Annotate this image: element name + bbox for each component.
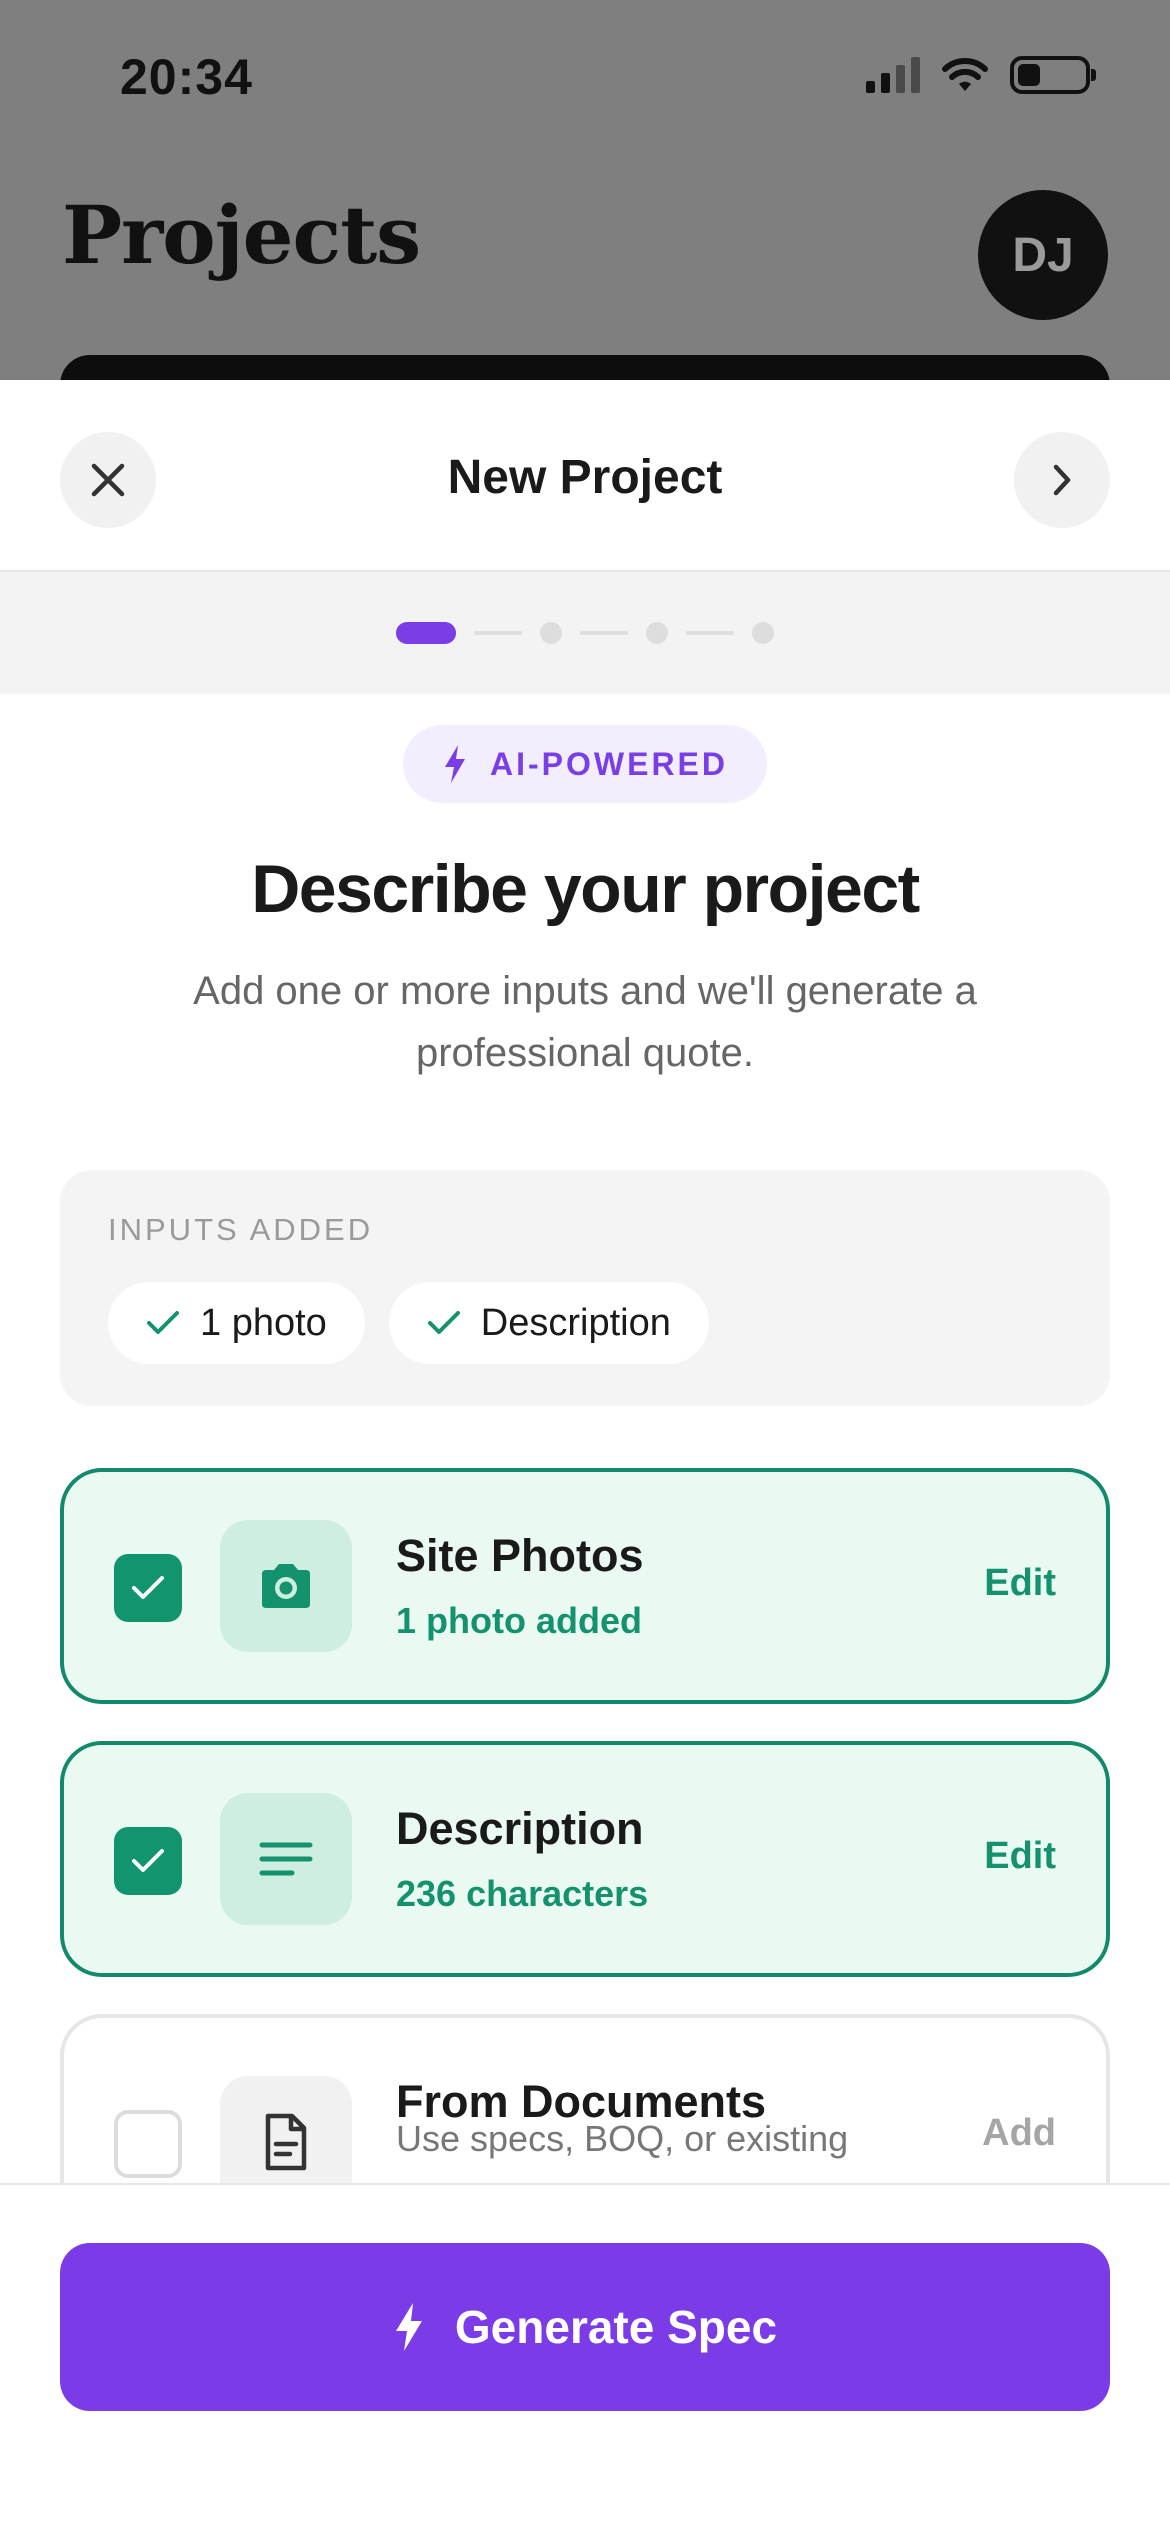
site-photos-card[interactable]: Site Photos 1 photo added Edit	[60, 1468, 1110, 1704]
site-photos-checkbox[interactable]	[114, 1554, 182, 1622]
step-indicator-1	[396, 622, 456, 644]
lightning-icon	[445, 745, 465, 783]
sheet-title: New Project	[447, 451, 723, 504]
wifi-icon	[942, 58, 988, 91]
sheet-header: New Project	[0, 380, 1170, 572]
step-connector	[686, 631, 734, 635]
camera-icon	[262, 1564, 310, 1608]
section-heading: Describe your project	[251, 851, 920, 927]
documents-checkbox[interactable]	[114, 2110, 182, 2178]
step-connector	[474, 631, 522, 635]
check-icon	[147, 1311, 179, 1334]
chevron-right-icon	[1053, 464, 1071, 496]
next-button[interactable]	[1014, 432, 1110, 528]
check-icon	[132, 1849, 164, 1872]
edit-photos-button[interactable]: Edit	[984, 1562, 1056, 1605]
edit-description-button[interactable]: Edit	[984, 1835, 1056, 1878]
inputs-added-label: INPUTS ADDED	[108, 1212, 374, 1247]
sheet-footer: Generate Spec	[0, 2183, 1170, 2532]
camera-icon-tile	[220, 1520, 352, 1652]
check-icon	[132, 1576, 164, 1599]
step-indicator-4	[752, 622, 774, 644]
page-title: Projects	[62, 188, 421, 282]
status-time: 20:34	[120, 49, 253, 105]
status-indicators	[866, 56, 1096, 94]
badge-label: AI-POWERED	[490, 745, 728, 782]
card-title: Site Photos	[396, 1530, 644, 1581]
generate-spec-label: Generate Spec	[454, 2301, 778, 2353]
step-progress	[0, 572, 1170, 694]
ai-powered-badge: AI-POWERED	[403, 725, 767, 803]
description-checkbox[interactable]	[114, 1827, 182, 1895]
text-icon-tile	[220, 1793, 352, 1925]
generate-spec-button[interactable]: Generate Spec	[60, 2243, 1110, 2411]
document-icon	[265, 2113, 307, 2171]
input-chip: 1 photo	[108, 1282, 365, 1364]
check-icon	[427, 1311, 460, 1334]
description-card[interactable]: Description 236 characters Edit	[60, 1741, 1110, 1977]
step-indicator-3	[646, 622, 668, 644]
battery-icon	[1010, 56, 1096, 94]
lightning-icon	[395, 2303, 422, 2351]
inputs-added-panel: INPUTS ADDED 1 photo Description	[60, 1170, 1110, 1406]
card-subtitle: 236 characters	[396, 1873, 649, 1914]
card-subtitle: Use specs, BOQ, or existing	[396, 2118, 849, 2159]
card-title: Description	[396, 1803, 644, 1854]
chip-label: 1 photo	[200, 1301, 327, 1344]
text-lines-icon	[259, 1842, 313, 1876]
background-page: 20:34 Projects DJ	[0, 0, 1170, 415]
add-documents-button[interactable]: Add	[982, 2112, 1056, 2155]
avatar[interactable]: DJ	[978, 190, 1108, 320]
section-subtext: Add one or more inputs and we'll generat…	[193, 969, 977, 1075]
input-chip: Description	[388, 1282, 709, 1364]
card-subtitle: 1 photo added	[396, 1600, 642, 1641]
cellular-signal-icon	[866, 57, 920, 93]
chip-label: Description	[480, 1301, 671, 1344]
step-indicator-2	[540, 622, 562, 644]
step-connector	[580, 631, 628, 635]
